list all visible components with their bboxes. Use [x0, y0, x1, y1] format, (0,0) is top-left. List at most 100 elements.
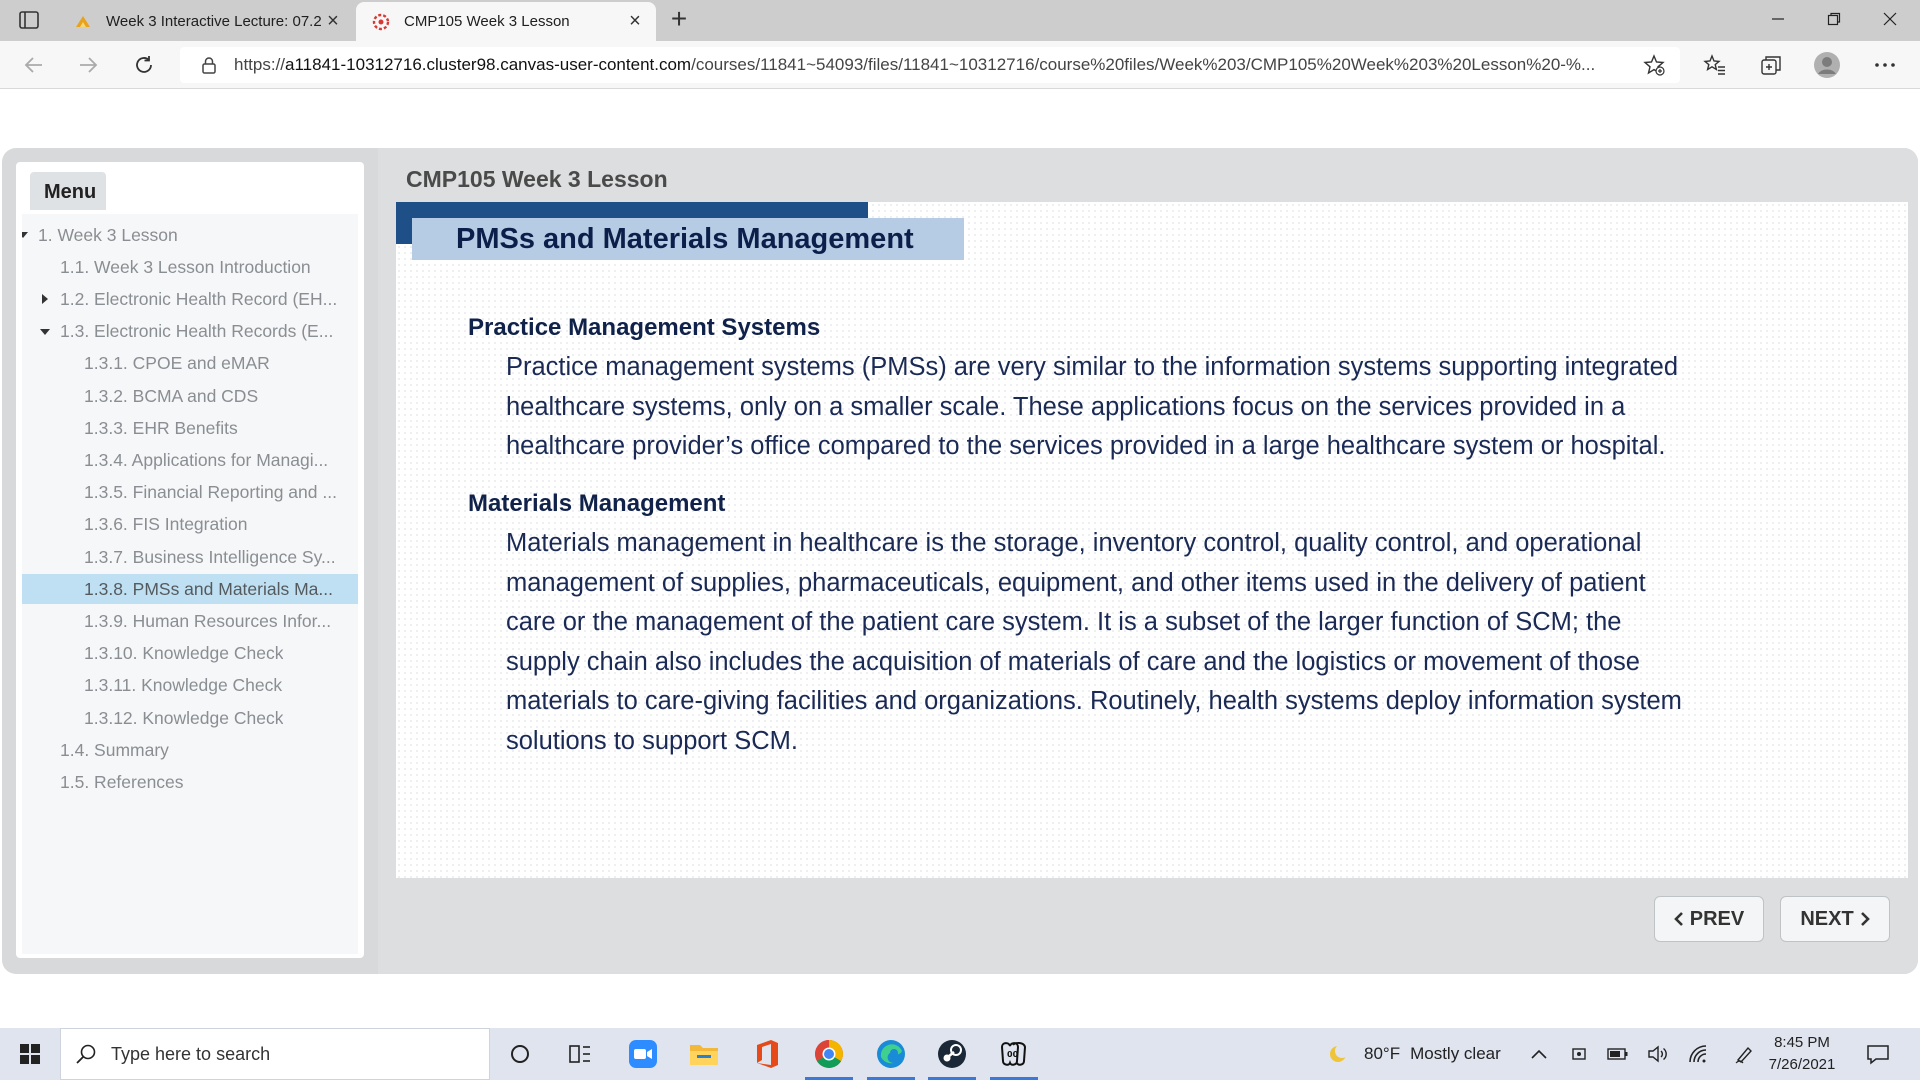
- menu-item-label: 1.2. Electronic Health Record (EH...: [60, 288, 338, 309]
- steam-icon[interactable]: [922, 1028, 982, 1080]
- menu-item-label: 1.3.3. EHR Benefits: [84, 417, 238, 438]
- menu-item[interactable]: 1.3. Electronic Health Records (E...: [22, 317, 358, 347]
- course-player: Menu 1. Week 3 Lesson 1.1. Week 3 Lesson …: [2, 148, 1918, 974]
- tab-close-icon[interactable]: ×: [624, 10, 646, 33]
- lock-icon[interactable]: [200, 56, 218, 74]
- url-host: a11841-10312716.cluster98.canvas-user-co…: [285, 55, 692, 74]
- menu-item[interactable]: 1.3.12. Knowledge Check: [22, 703, 358, 733]
- collections-icon[interactable]: [1757, 51, 1785, 79]
- more-icon[interactable]: [1871, 51, 1899, 79]
- sidebar-tabs-icon[interactable]: [18, 9, 40, 31]
- menu-item-label: 1.1. Week 3 Lesson Introduction: [60, 256, 311, 277]
- menu-item-label: 1.3. Electronic Health Records (E...: [60, 321, 334, 342]
- taskbar: Type here to search 00 80°F Mostly clear…: [0, 1028, 1920, 1080]
- prev-label: PREV: [1689, 907, 1745, 930]
- menu-item[interactable]: 1.3.1. CPOE and eMAR: [22, 349, 358, 379]
- show-hidden-icons-icon[interactable]: [1530, 1028, 1548, 1080]
- volume-icon[interactable]: [1647, 1028, 1669, 1080]
- forward-icon[interactable]: [74, 51, 102, 79]
- tab-title: Week 3 Interactive Lecture: 07.2’: [106, 13, 322, 30]
- url-scheme: https://: [234, 55, 286, 74]
- wifi-icon[interactable]: [1688, 1028, 1710, 1080]
- menu-item[interactable]: 1.4. Summary: [22, 735, 358, 765]
- caret-down-icon[interactable]: [22, 228, 30, 242]
- task-view-icon[interactable]: [550, 1028, 610, 1080]
- menu-item[interactable]: 1.2. Electronic Health Record (EH...: [22, 284, 358, 314]
- taskbar-search-box[interactable]: Type here to search: [60, 1028, 490, 1080]
- menu-item[interactable]: 1.3.5. Financial Reporting and ...: [22, 478, 358, 508]
- game-icon[interactable]: 00: [984, 1028, 1044, 1080]
- address-bar[interactable]: https://a11841-10312716.cluster98.canvas…: [180, 47, 1680, 83]
- menu-item-label: 1.4. Summary: [60, 739, 169, 760]
- weather-temp: 80°F: [1364, 1044, 1401, 1063]
- menu-item[interactable]: 1.3.8. PMSs and Materials Ma...: [22, 574, 358, 605]
- add-favorite-icon[interactable]: [1642, 53, 1666, 77]
- office-icon[interactable]: [737, 1028, 797, 1080]
- menu-item[interactable]: 1.3.7. Business Intelligence Sy...: [22, 542, 358, 572]
- close-icon[interactable]: [1867, 4, 1913, 34]
- menu-header: Menu: [30, 172, 106, 210]
- weather-widget[interactable]: 80°F Mostly clear: [1326, 1028, 1501, 1080]
- chevron-right-icon: [1860, 912, 1870, 926]
- tab-close-icon[interactable]: ×: [322, 10, 344, 33]
- caret-down-icon[interactable]: [38, 325, 52, 339]
- menu-item-label: 1.3.2. BCMA and CDS: [84, 385, 259, 406]
- edge-icon[interactable]: [861, 1028, 921, 1080]
- menu-item[interactable]: 1.3.2. BCMA and CDS: [22, 381, 358, 411]
- search-icon: [76, 1044, 96, 1064]
- menu-item[interactable]: 1.5. References: [22, 767, 358, 797]
- menu-item[interactable]: 1.3.4. Applications for Managi...: [22, 445, 358, 475]
- cortana-icon[interactable]: [490, 1028, 550, 1080]
- menu-item[interactable]: 1.3.9. Human Resources Infor...: [22, 606, 358, 636]
- clock-time: 8:45 PM: [1774, 1034, 1830, 1051]
- tab-week3-lecture[interactable]: Week 3 Interactive Lecture: 07.2’ ×: [58, 2, 354, 41]
- menu-item-label: 1.3.1. CPOE and eMAR: [84, 353, 270, 374]
- next-button[interactable]: NEXT: [1780, 896, 1890, 942]
- body-line: healthcare systems, only on a smaller sc…: [506, 392, 1626, 421]
- new-tab-icon[interactable]: +: [667, 5, 691, 33]
- menu-item[interactable]: 1.3.6. FIS Integration: [22, 510, 358, 540]
- favorites-icon[interactable]: [1701, 51, 1729, 79]
- browser-toolbar: https://a11841-10312716.cluster98.canvas…: [0, 41, 1920, 89]
- body-line: Materials management in healthcare is th…: [506, 529, 1642, 557]
- chrome-icon[interactable]: [799, 1028, 859, 1080]
- menu-item-label: 1.3.11. Knowledge Check: [84, 675, 283, 696]
- prev-button[interactable]: PREV: [1654, 896, 1764, 942]
- zoom-icon[interactable]: [613, 1028, 673, 1080]
- section-title-materials: Materials Management: [468, 490, 726, 517]
- menu-item[interactable]: 1. Week 3 Lesson: [22, 220, 358, 250]
- clock[interactable]: 8:45 PM 7/26/2021: [1756, 1032, 1848, 1076]
- canvas-favicon-icon: [74, 13, 92, 31]
- body-line: healthcare provider’s office compared to…: [506, 432, 1666, 460]
- menu-item[interactable]: 1.3.3. EHR Benefits: [22, 413, 358, 443]
- menu-item[interactable]: 1.1. Week 3 Lesson Introduction: [22, 252, 358, 282]
- clock-date: 7/26/2021: [1768, 1056, 1836, 1073]
- svg-text:00: 00: [1007, 1050, 1019, 1059]
- menu-item-label: 1.3.4. Applications for Managi...: [84, 449, 329, 470]
- profile-icon[interactable]: [1813, 51, 1841, 79]
- meet-now-icon[interactable]: [1570, 1028, 1590, 1080]
- menu-panel: Menu 1. Week 3 Lesson 1.1. Week 3 Lesson …: [16, 162, 364, 958]
- caret-right-icon[interactable]: [38, 292, 52, 306]
- file-explorer-icon[interactable]: [674, 1028, 734, 1080]
- body-line: care or the management of the patient ca…: [506, 608, 1622, 636]
- restore-icon[interactable]: [1811, 4, 1857, 34]
- notifications-icon[interactable]: [1866, 1028, 1890, 1080]
- pen-icon[interactable]: [1734, 1028, 1756, 1080]
- windows-start-icon[interactable]: [0, 1028, 60, 1080]
- battery-icon[interactable]: [1607, 1028, 1629, 1080]
- tab-cmp105-lesson[interactable]: CMP105 Week 3 Lesson ×: [356, 2, 656, 41]
- chevron-left-icon: [1673, 912, 1683, 926]
- minimize-icon[interactable]: [1755, 4, 1801, 34]
- menu-item[interactable]: 1.3.11. Knowledge Check: [22, 671, 358, 701]
- menu-item[interactable]: 1.3.10. Knowledge Check: [22, 639, 358, 669]
- menu-item-label: 1.3.9. Human Resources Infor...: [84, 610, 332, 631]
- refresh-icon[interactable]: [130, 51, 158, 79]
- back-icon[interactable]: [20, 51, 48, 79]
- slide: PMSs and Materials Management Practice M…: [396, 202, 1908, 878]
- menu-item-label: 1.3.7. Business Intelligence Sy...: [84, 546, 336, 567]
- body-line: supply chain also includes the acquisiti…: [506, 647, 1640, 676]
- moon-icon: [1330, 1044, 1349, 1062]
- section-body-materials: Materials management in healthcare is th…: [506, 524, 1776, 761]
- content-area: CMP105 Week 3 Lesson PMSs and Materials …: [378, 148, 1918, 974]
